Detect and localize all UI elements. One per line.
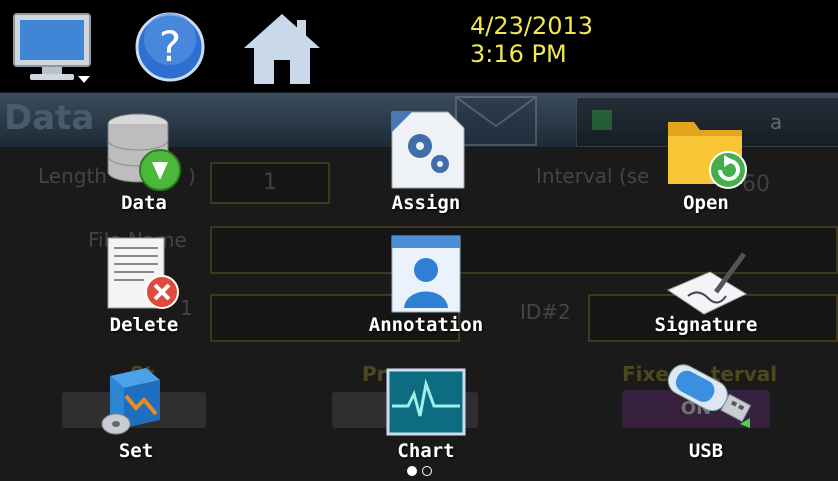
- install-box-icon: [101, 368, 160, 435]
- help-icon[interactable]: ?: [134, 11, 206, 87]
- database-download-icon: [107, 113, 181, 191]
- menu-item-set[interactable]: Set: [76, 360, 196, 464]
- interval-label: Interval (se: [536, 164, 650, 188]
- menu-item-label: Open: [683, 192, 729, 214]
- menu-item-label: Set: [118, 440, 154, 462]
- date-time: 4/23/2013 3:16 PM: [470, 12, 593, 68]
- menu-item-assign[interactable]: Assign: [366, 104, 486, 216]
- home-icon[interactable]: [242, 10, 322, 90]
- svg-text:?: ?: [159, 22, 181, 71]
- status-led: [592, 110, 612, 130]
- date-text: 4/23/2013: [470, 12, 594, 40]
- top-bar: [0, 0, 838, 92]
- menu-item-label: USB: [688, 440, 724, 462]
- id2-label: ID#2: [520, 300, 571, 324]
- length-field: 1: [210, 162, 330, 204]
- text-person-icon: [391, 235, 461, 313]
- menu-item-delete[interactable]: Delete: [84, 232, 204, 340]
- folder-refresh-icon: [668, 122, 747, 189]
- page-dot-active[interactable]: [407, 466, 417, 476]
- menu-item-label: Assign: [391, 192, 461, 214]
- menu-item-usb[interactable]: USB: [646, 360, 766, 464]
- page-indicator: [407, 461, 437, 480]
- menu-item-label: Data: [121, 192, 167, 214]
- pen-paper-icon: [666, 252, 748, 315]
- status-label: a: [770, 110, 783, 134]
- page-title: Data: [4, 98, 95, 138]
- menu-item-open[interactable]: Open: [646, 104, 766, 216]
- chart-monitor-icon: [386, 368, 466, 436]
- menu-item-label: Annotation: [368, 314, 484, 336]
- menu-item-data[interactable]: Data: [84, 104, 204, 216]
- page-dot[interactable]: [422, 466, 432, 476]
- menu-item-label: Signature: [654, 314, 758, 336]
- gears-document-icon: [391, 111, 465, 189]
- menu-item-chart[interactable]: Chart: [366, 360, 486, 464]
- menu-item-label: Delete: [109, 314, 179, 336]
- usb-drive-icon: [667, 364, 752, 428]
- monitor-icon[interactable]: [12, 12, 94, 88]
- menu-item-signature[interactable]: Signature: [646, 232, 766, 340]
- menu-item-label: Chart: [397, 440, 455, 462]
- menu-item-annotation[interactable]: Annotation: [366, 232, 486, 340]
- time-text: 3:16 PM: [470, 40, 567, 68]
- document-delete-icon: [107, 237, 179, 309]
